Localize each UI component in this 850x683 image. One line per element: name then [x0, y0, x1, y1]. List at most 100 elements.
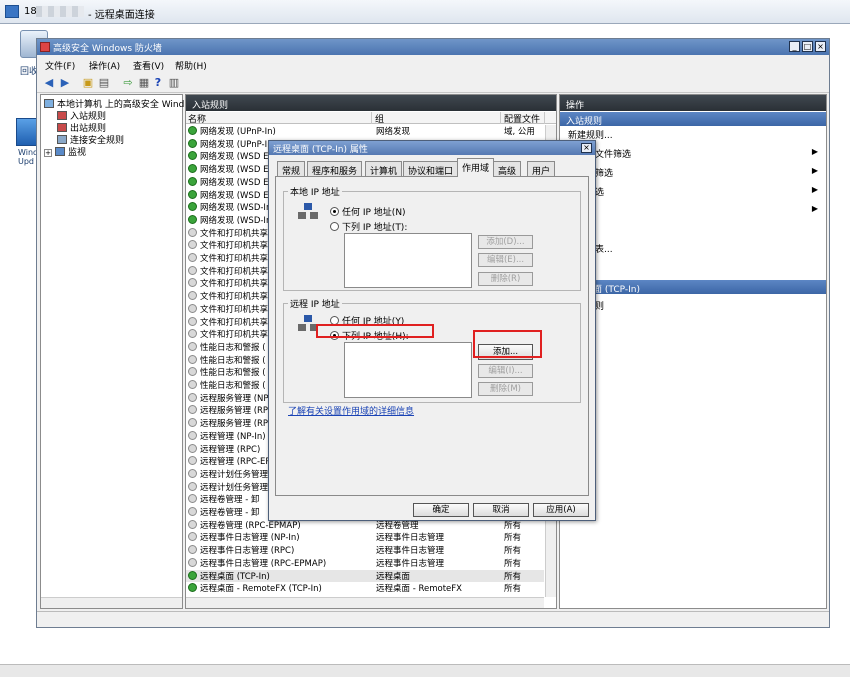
table-row[interactable]: 网络发现 (UPnP-In) 网络发现 域, 公用	[186, 125, 544, 138]
local-edit-button[interactable]: 编辑(E)...	[478, 253, 533, 267]
enabled-check-icon	[188, 164, 197, 174]
menu-help[interactable]: 帮助(H)	[175, 59, 207, 72]
rule-group: 远程事件日志管理	[376, 533, 445, 544]
desktop-horizontal-scrollbar[interactable]	[0, 664, 850, 677]
actions-section-rule[interactable]: 远程桌面 (TCP-In)	[560, 280, 826, 295]
disabled-rule-icon	[188, 532, 197, 542]
disabled-rule-icon	[188, 354, 197, 364]
action-item[interactable]: 帮助	[568, 261, 824, 274]
enabled-check-icon	[188, 214, 197, 224]
enabled-check-icon	[188, 583, 197, 593]
maximize-button[interactable]: □	[802, 41, 813, 52]
disabled-rule-icon	[188, 430, 197, 440]
local-remove-button[interactable]: 删除(R)	[478, 272, 533, 286]
menu-file[interactable]: 文件(F)	[45, 59, 75, 72]
monitor-icon	[55, 147, 65, 156]
actions-header: 操作	[560, 95, 826, 111]
menu-action[interactable]: 操作(A)	[89, 59, 120, 72]
show-action-pane-icon[interactable]: ▥	[167, 76, 181, 90]
rule-name: 性能日志和警报 (	[200, 381, 266, 391]
rule-name: 文件和打印机共享	[200, 279, 269, 290]
rdp-title: - 远程桌面连接	[88, 10, 155, 21]
remote-ip-list[interactable]	[344, 342, 472, 398]
tab-computers[interactable]: 计算机	[365, 161, 403, 177]
rule-name: 文件和打印机共享	[200, 241, 269, 252]
disabled-rule-icon	[188, 468, 197, 478]
firewall-app-icon	[40, 42, 50, 52]
show-tree-icon[interactable]: ▤	[97, 76, 111, 90]
rule-name: 远程服务管理 (RP	[200, 406, 269, 417]
remote-remove-button[interactable]: 删除(M)	[478, 382, 533, 396]
rule-profile: 所有	[504, 584, 522, 595]
export-icon[interactable]: ⇨	[121, 76, 135, 90]
expand-icon[interactable]: +	[44, 149, 52, 157]
action-item[interactable]: 按配置文件筛选 ▶	[568, 147, 824, 160]
rule-name: 远程桌面 (TCP-In)	[200, 571, 270, 582]
forward-arrow-icon[interactable]: ▶	[58, 76, 72, 90]
table-row[interactable]: 远程桌面 (TCP-In) 远程桌面 所有	[186, 569, 544, 583]
rule-profile: 所有	[504, 533, 522, 544]
local-ip-legend: 本地 IP 地址	[290, 188, 340, 198]
highlight-remote-add-button	[473, 330, 542, 358]
column-profile[interactable]: 配置文件	[502, 112, 545, 125]
column-group[interactable]: 组	[373, 112, 501, 125]
local-add-button[interactable]: 添加(D)...	[478, 235, 533, 249]
action-item[interactable]: 导出列表...	[568, 242, 824, 255]
table-row[interactable]: 远程事件日志管理 (NP-In) 远程事件日志管理 所有	[186, 531, 544, 544]
back-arrow-icon[interactable]: ◀	[42, 76, 56, 90]
minimize-button[interactable]: _	[789, 41, 800, 52]
tab-advanced[interactable]: 高级	[493, 161, 522, 177]
ok-button[interactable]: 确定	[413, 503, 469, 517]
table-row[interactable]: 远程事件日志管理 (RPC-EPMAP) 远程事件日志管理 所有	[186, 557, 544, 570]
list-header: 入站规则	[186, 95, 556, 111]
tab-programs-services[interactable]: 程序和服务	[307, 161, 363, 177]
console-tree: 本地计算机 上的高级安全 Wind 入站规则 出站规则 连接安全规则 + 监视	[40, 94, 184, 609]
local-any-ip-radio[interactable]: 任何 IP 地址(N)	[330, 205, 406, 218]
action-item[interactable]: 按状态筛选▶	[568, 166, 824, 179]
apply-button[interactable]: 应用(A)	[533, 503, 589, 517]
disabled-rule-icon	[188, 380, 197, 389]
tab-protocols-ports[interactable]: 协议和端口	[403, 161, 459, 177]
tree-horizontal-scrollbar[interactable]	[41, 597, 182, 608]
cancel-button[interactable]: 取消	[473, 503, 529, 517]
remote-edit-button[interactable]: 编辑(I)...	[478, 364, 533, 378]
firewall-title-bar: 高级安全 Windows 防火墙 _ □ ×	[37, 39, 829, 55]
local-these-ip-radio[interactable]: 下列 IP 地址(T):	[330, 220, 407, 233]
rule-name: 远程桌面 - RemoteFX (TCP-In)	[200, 584, 322, 595]
rule-group: 远程事件日志管理	[376, 546, 445, 557]
actions-section-inbound[interactable]: 入站规则	[560, 112, 826, 127]
properties-icon[interactable]: ▦	[137, 76, 151, 90]
rule-group: 远程桌面	[376, 571, 411, 582]
rdp-app-icon	[5, 5, 19, 18]
rule-profile: 域, 公用	[504, 127, 535, 137]
rule-name: 远程事件日志管理 (NP-In)	[200, 533, 300, 544]
list-horizontal-scrollbar[interactable]	[186, 597, 544, 608]
tree-item-monitor[interactable]: + 监视	[44, 145, 86, 158]
rule-name: 远程事件日志管理 (RPC-EPMAP)	[200, 558, 327, 569]
table-row[interactable]: 远程桌面 - RemoteFX (TCP-In) 远程桌面 - RemoteFX 所…	[186, 582, 544, 595]
action-item[interactable]: 按组筛选▶	[568, 185, 824, 198]
action-item[interactable]: 刷新	[568, 223, 824, 236]
menu-view[interactable]: 查看(V)	[133, 59, 164, 72]
help-icon[interactable]: ?	[151, 76, 165, 90]
rule-group: 网络发现	[376, 127, 411, 137]
action-item[interactable]: 新建规则...	[568, 128, 824, 141]
disabled-rule-icon	[188, 341, 197, 351]
scope-help-link[interactable]: 了解有关设置作用域的详细信息	[288, 404, 414, 417]
up-folder-icon[interactable]: ▣	[81, 76, 95, 90]
action-item[interactable]: 查看▶	[568, 204, 824, 217]
close-button[interactable]: ×	[815, 41, 826, 52]
tab-users[interactable]: 用户	[527, 161, 556, 177]
tab-scope[interactable]: 作用域	[457, 158, 495, 177]
rule-name: 文件和打印机共享	[200, 330, 269, 341]
table-row[interactable]: 远程事件日志管理 (RPC) 远程事件日志管理 所有	[186, 544, 544, 557]
rule-name: 文件和打印机共享	[200, 304, 269, 315]
disabled-rule-icon	[188, 303, 197, 313]
local-ip-list[interactable]	[344, 233, 472, 288]
rule-name: 远程卷管理 - 卸	[200, 508, 260, 518]
dialog-close-button[interactable]: ×	[581, 143, 592, 153]
column-name[interactable]: 名称	[186, 112, 372, 125]
disabled-rule-icon	[188, 367, 197, 377]
menu-bar: 文件(F) 操作(A) 查看(V) 帮助(H)	[37, 56, 829, 73]
tab-general[interactable]: 常规	[277, 161, 306, 177]
